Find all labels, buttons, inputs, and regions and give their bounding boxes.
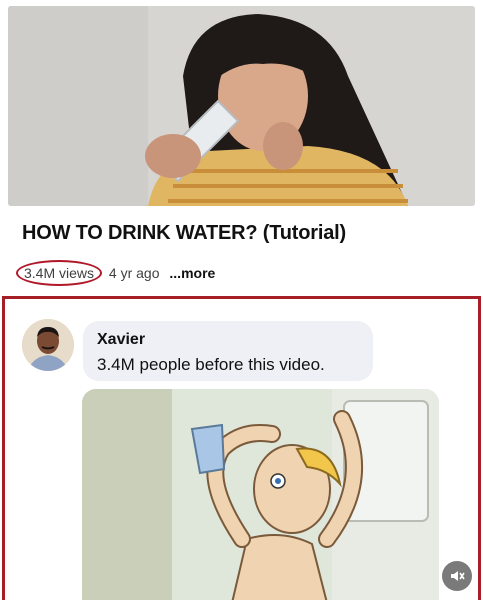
video-thumbnail[interactable] [8,6,475,206]
person-avatar-icon [22,319,74,371]
thumbnail-image [8,6,475,206]
more-link[interactable]: ...more [169,265,215,281]
comment-panel: Xavier 3.4M people before this video. [2,296,481,600]
video-card[interactable]: HOW TO DRINK WATER? (Tutorial) 3.4M view… [8,6,475,296]
view-count: 3.4M views [16,260,103,286]
upload-age: 4 yr ago [108,265,160,281]
comment-media[interactable] [82,389,439,600]
avatar[interactable] [22,319,74,371]
comment-bubble: Xavier 3.4M people before this video. [83,321,373,381]
video-meta: 3.4M views 4 yr ago ...more [16,260,215,286]
video-title[interactable]: HOW TO DRINK WATER? (Tutorial) [22,222,346,245]
video-info: HOW TO DRINK WATER? (Tutorial) 3.4M view… [8,208,475,296]
comment-author[interactable]: Xavier [97,331,359,349]
cartoon-image [82,389,439,600]
mute-button[interactable] [442,561,472,591]
comment-text: 3.4M people before this video. [97,355,325,374]
speaker-muted-icon [451,571,465,581]
